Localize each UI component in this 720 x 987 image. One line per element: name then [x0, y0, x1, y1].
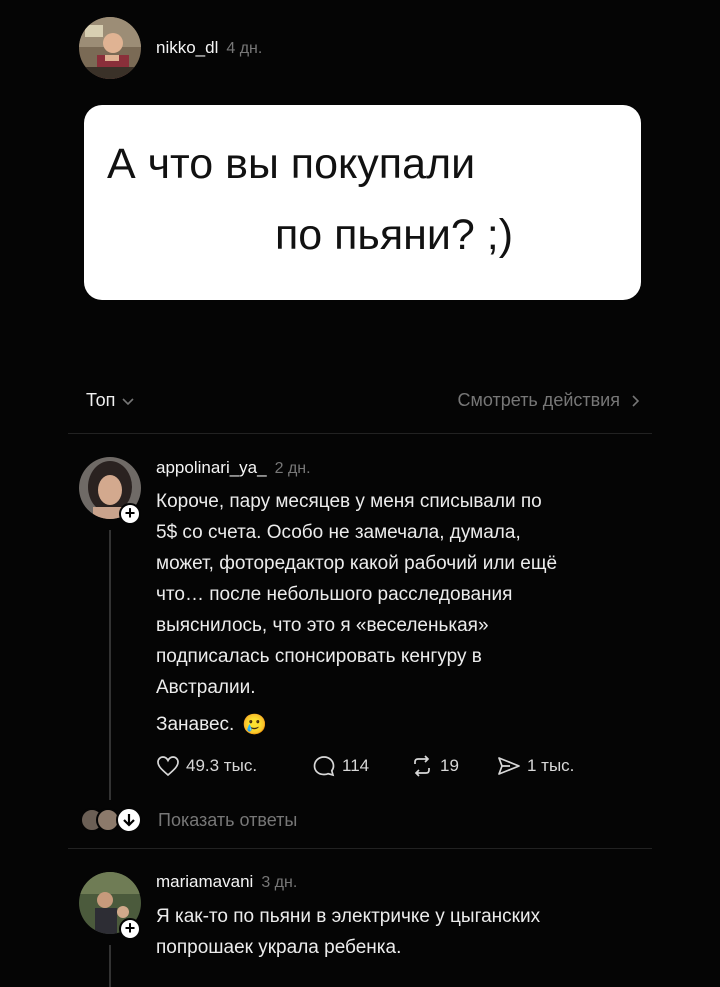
crying-smile-emoji: 🥲 [242, 712, 268, 736]
chevron-down-icon [122, 397, 134, 405]
sort-label: Топ [86, 390, 116, 410]
comment-line: Короче, пару месяцев у меня списывали по [156, 491, 542, 512]
repost-button[interactable]: 19 [410, 755, 459, 777]
question-card: А что вы покупали по пьяни? ;) [84, 105, 641, 300]
show-replies-label: Показать ответы [158, 809, 298, 830]
comment-line: может, фоторедактор какой рабочий или ещ… [156, 553, 558, 574]
reply-count: 114 [342, 756, 370, 775]
share-button[interactable]: 1 тыс. [497, 755, 574, 777]
comment-line: выяснилось, что это я «веселенькая» [156, 615, 489, 636]
view-activity-label: Смотреть действия [457, 390, 620, 410]
repost-count: 19 [440, 756, 459, 775]
question-line-2: по пьяни? ;) [275, 211, 514, 259]
comment-line: Австралии. [156, 677, 256, 698]
comment-line: попрошаек украла ребенка. [156, 937, 402, 958]
comment-text: Короче, пару месяцев у меня списывали по… [156, 486, 656, 740]
comment-text: Я как-то по пьяни в электричке у цыганск… [156, 901, 676, 963]
arrow-down-icon [116, 807, 142, 833]
comment-line: Я как-то по пьяни в электричке у цыганск… [156, 906, 541, 927]
comment-time: 3 дн. [261, 874, 298, 891]
share-count: 1 тыс. [527, 756, 575, 775]
question-line-1: А что вы покупали [107, 140, 476, 188]
divider [68, 848, 652, 849]
comment-author-name[interactable]: appolinari_ya_ [156, 458, 267, 478]
thread-line [109, 530, 111, 800]
send-icon [498, 757, 520, 775]
like-count: 49.3 тыс. [186, 756, 258, 775]
follow-plus-icon[interactable]: + [119, 918, 141, 940]
comment-line: 5$ со счета. Особо не замечала, думала, [156, 522, 521, 543]
thread-line [109, 945, 111, 987]
follow-plus-icon[interactable]: + [119, 503, 141, 525]
chevron-right-icon [632, 394, 640, 407]
post-time: 4 дн. [226, 40, 263, 57]
comment-line: подписалась спонсировать кенгуру в [156, 646, 482, 667]
show-replies-row[interactable]: Показать ответы [80, 806, 297, 834]
comment-bubble-icon [313, 756, 335, 777]
user-avatar-photo-icon [79, 17, 141, 79]
comment-author-name[interactable]: mariamavani [156, 872, 253, 892]
post-author-name[interactable]: nikko_dl [156, 38, 218, 58]
sort-dropdown[interactable]: Топ [86, 390, 135, 411]
heart-icon [157, 756, 179, 777]
repost-icon [414, 755, 430, 777]
comment-time: 2 дн. [274, 460, 311, 477]
reply-button[interactable]: 114 [312, 755, 369, 777]
comment-line: Занавес. [156, 714, 235, 735]
like-button[interactable]: 49.3 тыс. [156, 755, 257, 777]
divider [68, 433, 652, 434]
view-activity-link[interactable]: Смотреть действия [458, 390, 640, 411]
post-author-avatar[interactable] [79, 17, 141, 79]
comment-line: что… после небольшого расследования [156, 584, 513, 605]
